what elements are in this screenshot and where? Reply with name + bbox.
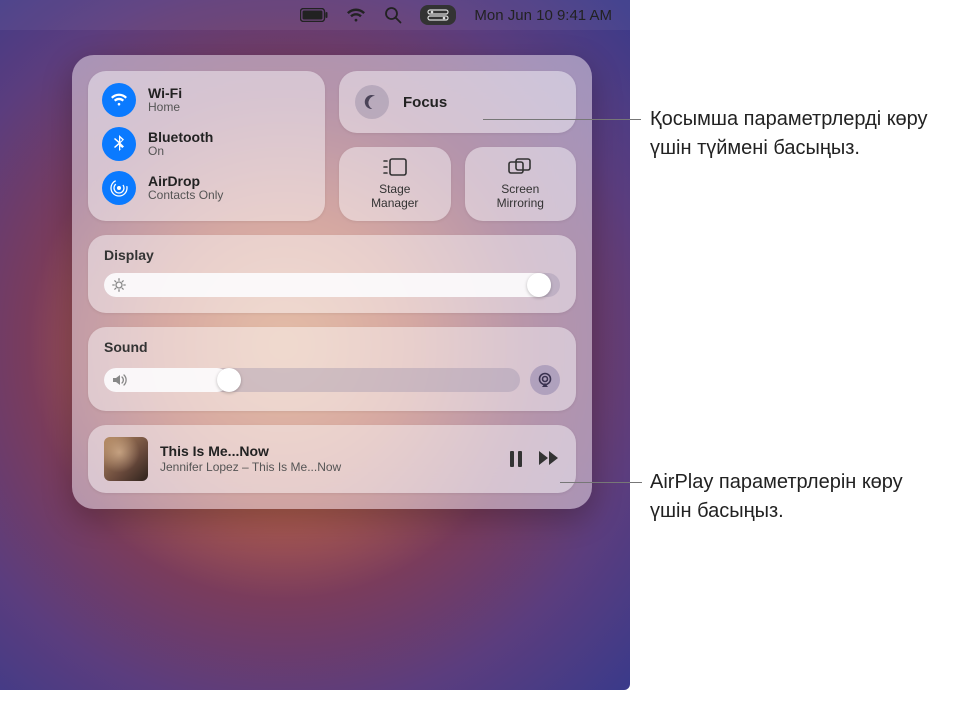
- display-panel: Display: [88, 235, 576, 313]
- now-playing-title: This Is Me...Now: [160, 443, 496, 460]
- focus-button[interactable]: Focus: [339, 71, 576, 133]
- tiles-row: Stage Manager Screen Mirroring: [339, 147, 576, 221]
- now-playing-subtitle: Jennifer Lopez – This Is Me...Now: [160, 460, 496, 474]
- stage-manager-label: Stage Manager: [371, 183, 418, 211]
- stage-manager-icon: [382, 157, 408, 177]
- menubar-date-time[interactable]: Mon Jun 10 9:41 AM: [474, 7, 612, 24]
- wifi-subtitle: Home: [148, 101, 182, 115]
- brightness-slider[interactable]: [104, 273, 560, 297]
- callout-airplay: AirPlay параметрлерін көру үшін басыңыз.: [650, 468, 940, 526]
- album-art: [104, 437, 148, 481]
- callout-focus: Қосымша параметрлерді көру үшін түймені …: [650, 105, 940, 163]
- display-title: Display: [104, 247, 560, 263]
- control-center-panel: Wi-Fi Home Bluetooth On AirDrop Contacts…: [72, 55, 592, 509]
- sound-panel: Sound: [88, 327, 576, 411]
- airdrop-title: AirDrop: [148, 173, 223, 189]
- next-track-button[interactable]: [538, 450, 560, 468]
- screen-mirroring-label: Screen Mirroring: [497, 183, 544, 211]
- volume-fill: [104, 368, 229, 392]
- volume-thumb[interactable]: [217, 368, 241, 392]
- control-center-menubar-icon[interactable]: [420, 5, 456, 25]
- moon-icon: [355, 85, 389, 119]
- now-playing-panel[interactable]: This Is Me...Now Jennifer Lopez – This I…: [88, 425, 576, 493]
- bluetooth-title: Bluetooth: [148, 129, 213, 145]
- bluetooth-subtitle: On: [148, 145, 213, 159]
- bluetooth-toggle[interactable]: Bluetooth On: [102, 127, 311, 161]
- wifi-icon[interactable]: [346, 8, 366, 23]
- airdrop-subtitle: Contacts Only: [148, 189, 223, 203]
- wifi-icon: [102, 83, 136, 117]
- brightness-icon: [112, 278, 126, 292]
- menubar: Mon Jun 10 9:41 AM: [0, 0, 630, 30]
- screen-mirroring-button[interactable]: Screen Mirroring: [465, 147, 577, 221]
- callout-airplay-text: AirPlay параметрлерін көру үшін басыңыз.: [650, 471, 903, 522]
- focus-title: Focus: [403, 94, 447, 111]
- pause-button[interactable]: [508, 450, 524, 468]
- airdrop-toggle[interactable]: AirDrop Contacts Only: [102, 171, 311, 205]
- wifi-title: Wi-Fi: [148, 85, 182, 101]
- airplay-audio-button[interactable]: [530, 365, 560, 395]
- callout-focus-text: Қосымша параметрлерді көру үшін түймені …: [650, 108, 928, 159]
- brightness-fill: [104, 273, 551, 297]
- airdrop-icon: [102, 171, 136, 205]
- bluetooth-icon: [102, 127, 136, 161]
- wifi-toggle[interactable]: Wi-Fi Home: [102, 83, 311, 117]
- brightness-thumb[interactable]: [527, 273, 551, 297]
- speaker-icon: [112, 373, 128, 387]
- battery-icon[interactable]: [300, 8, 328, 22]
- connectivity-panel: Wi-Fi Home Bluetooth On AirDrop Contacts…: [88, 71, 325, 221]
- sound-title: Sound: [104, 339, 560, 355]
- airplay-icon: [536, 372, 554, 388]
- screen-mirroring-icon: [507, 157, 533, 177]
- now-playing-controls: [508, 450, 560, 468]
- volume-slider[interactable]: [104, 368, 520, 392]
- spotlight-icon[interactable]: [384, 6, 402, 24]
- stage-manager-button[interactable]: Stage Manager: [339, 147, 451, 221]
